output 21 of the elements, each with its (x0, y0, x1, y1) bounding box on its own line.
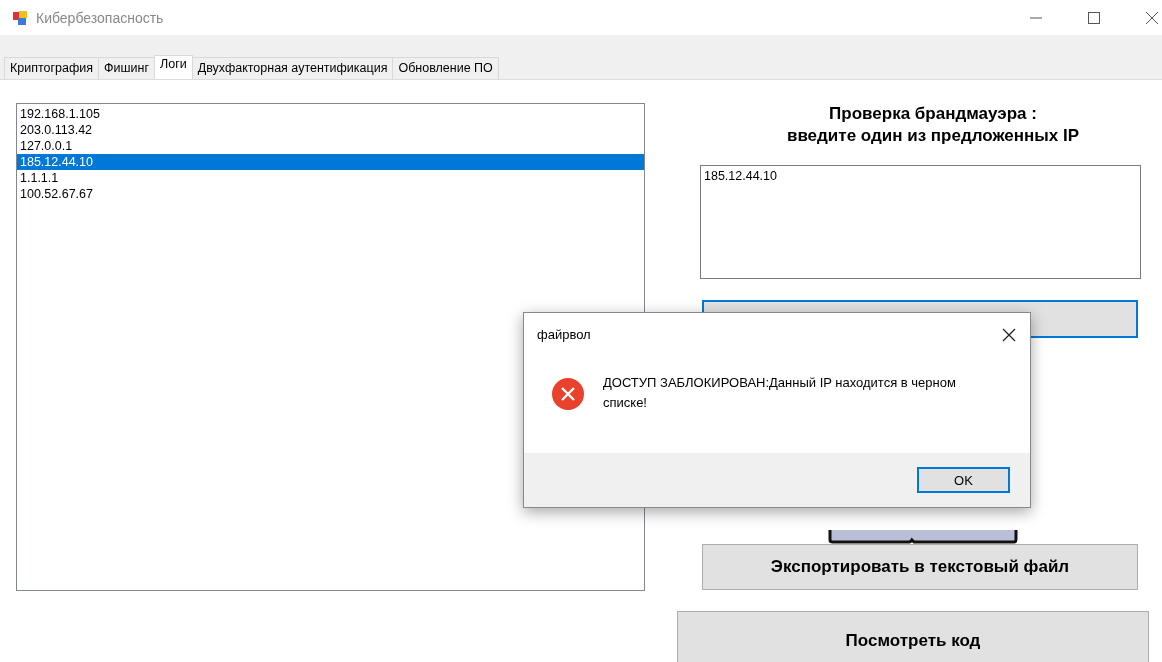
error-icon (552, 378, 584, 410)
list-item[interactable]: 127.0.0.1 (17, 138, 73, 154)
close-icon[interactable] (1002, 327, 1016, 342)
tab[interactable]: Логи (154, 55, 193, 79)
list-item[interactable]: 100.52.67.67 (17, 186, 93, 202)
ok-button[interactable]: OK (917, 467, 1010, 493)
firewall-heading: Проверка брандмауэра : введите один из предложенных IP (786, 103, 1080, 147)
dialog-title: файрвол (537, 327, 591, 342)
list-item[interactable]: 1.1.1.1 (17, 170, 59, 186)
list-item[interactable]: 185.12.44.10 (17, 154, 644, 170)
list-item[interactable]: 203.0.113.42 (17, 122, 93, 138)
tab[interactable]: Обновление ПО (392, 57, 499, 79)
close-icon[interactable] (1146, 11, 1158, 24)
view-code-button[interactable]: Посмотреть код (677, 611, 1149, 662)
app-icon (12, 9, 28, 26)
ip-input-field[interactable]: 185.12.44.10 (700, 165, 1141, 279)
maximize-icon[interactable] (1088, 11, 1100, 24)
window-title: Кибербезопасность (36, 9, 164, 26)
tab[interactable]: Криптография (4, 57, 100, 79)
list-item[interactable]: 192.168.1.105 (17, 106, 100, 122)
export-button[interactable]: Экспортировать в текстовый файл (702, 544, 1138, 590)
